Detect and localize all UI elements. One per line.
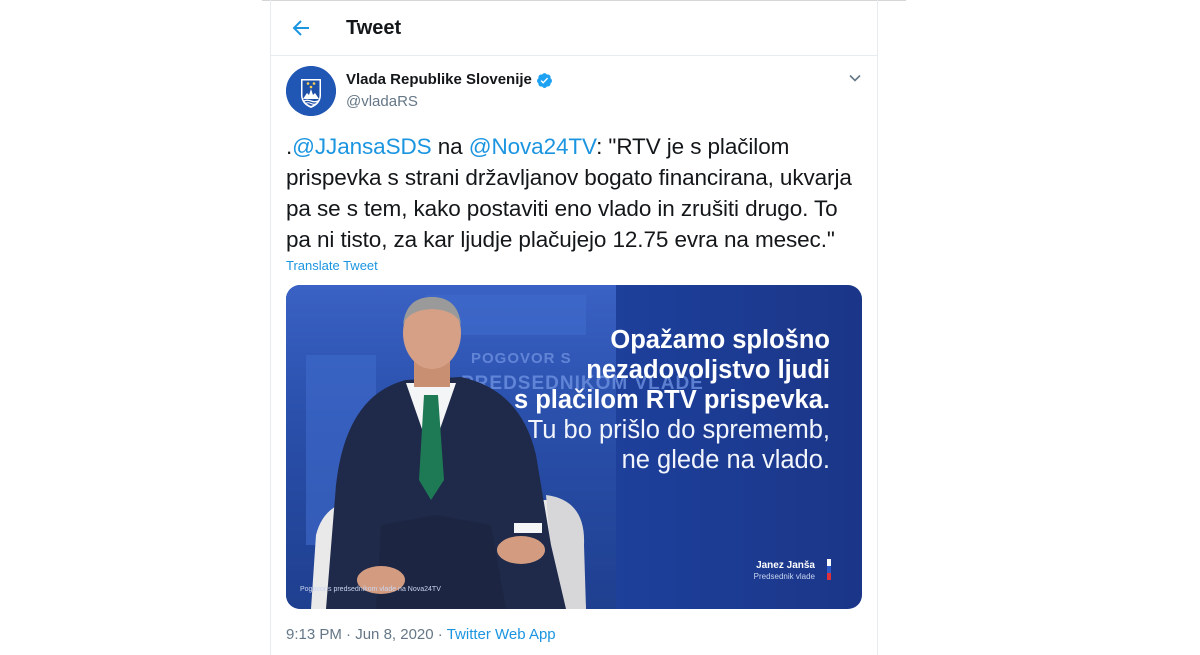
image-quote: Opažamo splošno nezadovoljstvo ljudi s p…	[514, 325, 830, 475]
page-title: Tweet	[346, 17, 402, 39]
meta-separator: ·	[341, 626, 356, 643]
quote-line-5: ne glede na vlado.	[621, 446, 830, 474]
verified-badge-icon	[536, 72, 553, 89]
mention-nova24tv[interactable]: @Nova24TV	[469, 134, 597, 159]
tweet-column: Tweet Vlada Republike Slovenije @vladaRS…	[270, 0, 878, 655]
tweet-source-link[interactable]: Twitter Web App	[447, 626, 556, 643]
avatar[interactable]	[286, 66, 336, 116]
slovenia-flag-icon	[827, 559, 831, 580]
quote-line-2: nezadovoljstvo ljudi	[586, 356, 830, 384]
tweet-connector: na	[431, 134, 469, 159]
quote-line-4: Tu bo prišlo do sprememb,	[527, 416, 830, 444]
tweet-image[interactable]: POGOVOR S PREDSEDNIKOM VLADE Opažamo spl…	[286, 285, 862, 609]
meta-separator: ·	[433, 626, 447, 643]
signature-name: Janez Janša	[756, 560, 815, 571]
tweet-date[interactable]: Jun 8, 2020	[355, 626, 433, 643]
tweet-meta: 9:13 PM · Jun 8, 2020 · Twitter Web App	[286, 625, 556, 645]
translate-tweet-link[interactable]: Translate Tweet	[286, 258, 378, 274]
quote-line-1: Opažamo splošno	[610, 326, 830, 354]
image-caption: Pogovor s predsednikom vlade na Nova24TV	[300, 586, 441, 593]
header: Tweet	[271, 0, 877, 56]
chevron-down-icon[interactable]	[847, 70, 863, 86]
signature-role: Predsednik vlade	[753, 572, 815, 581]
tweet-text: .@JJansaSDS na @Nova24TV: "RTV je s plač…	[286, 131, 866, 255]
author-handle[interactable]: @vladaRS	[346, 92, 418, 111]
mention-jjansasds[interactable]: @JJansaSDS	[292, 134, 432, 159]
tweet-time[interactable]: 9:13 PM	[286, 626, 342, 643]
back-arrow-icon[interactable]	[289, 16, 313, 40]
author-name[interactable]: Vlada Republike Slovenije	[346, 70, 532, 90]
author-name-row: Vlada Republike Slovenije	[346, 70, 553, 90]
quote-line-3: s plačilom RTV prispevka.	[513, 386, 830, 414]
